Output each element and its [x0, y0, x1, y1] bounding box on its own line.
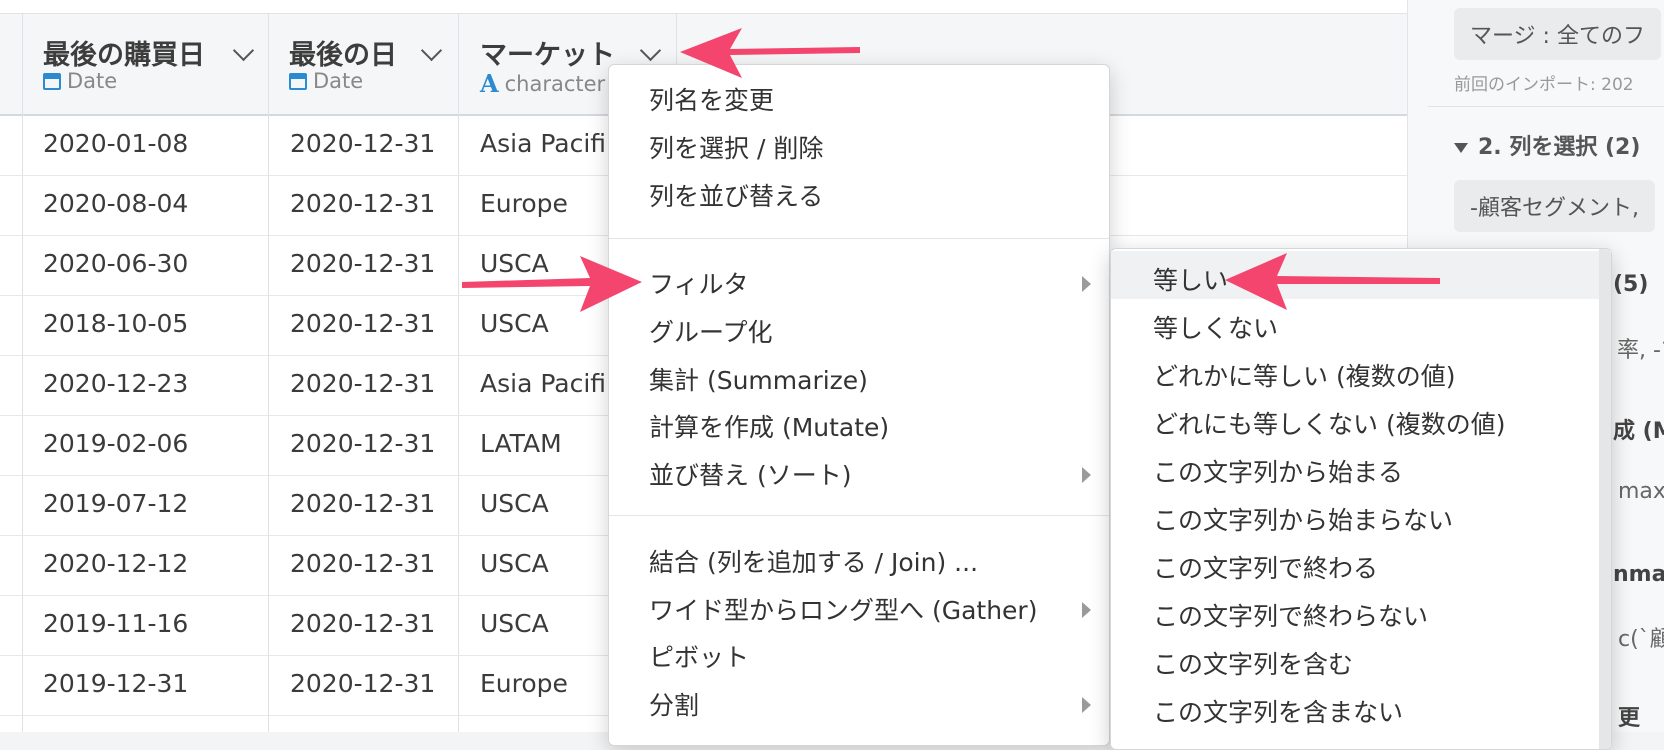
- cell-last-date: 2020-12-31: [290, 549, 436, 578]
- cell-last-purchase-date: 2019-11-16: [43, 609, 189, 638]
- cell-market: USCA: [480, 489, 549, 518]
- menu-item-split[interactable]: 分割: [649, 686, 699, 722]
- cell-market: USCA: [480, 609, 549, 638]
- cell-last-purchase-date: 2019-12-31: [43, 669, 189, 698]
- cell-last-date: 2020-12-31: [290, 429, 436, 458]
- cell-market: USCA: [480, 549, 549, 578]
- menu-item-join[interactable]: 結合 (列を追加する / Join) ...: [649, 543, 978, 579]
- cell-last-purchase-date: 2019-02-06: [43, 429, 189, 458]
- menu-item-filter[interactable]: フィルタ: [649, 265, 749, 301]
- cell-last-date: 2020-12-31: [290, 189, 436, 218]
- cell-last-purchase-date: 2020-06-30: [43, 249, 189, 278]
- cell-last-date: 2020-12-31: [290, 669, 436, 698]
- column-type: Date: [43, 69, 117, 93]
- cell-last-purchase-date: 2020-08-04: [43, 189, 189, 218]
- submenu-item-ends-with[interactable]: この文字列で終わる: [1153, 549, 1378, 585]
- annotation-arrow-icon: [1225, 253, 1440, 310]
- cell-last-purchase-date: 2020-01-08: [43, 129, 189, 158]
- calendar-icon: [289, 72, 307, 90]
- menu-item-pivot[interactable]: ピボット: [649, 638, 749, 674]
- cell-last-date: 2020-12-31: [290, 129, 436, 158]
- submenu-scrollbar[interactable]: [1599, 249, 1611, 749]
- annotation-arrow-icon: [462, 256, 642, 312]
- submenu-item-starts-with[interactable]: この文字列から始まる: [1153, 453, 1403, 489]
- column-context-menu: 列名を変更 列を選択 / 削除 列を並び替える フィルタ グループ化 集計 (S…: [608, 64, 1110, 746]
- menu-item-mutate[interactable]: 計算を作成 (Mutate): [649, 408, 889, 444]
- chevron-down-icon[interactable]: [639, 39, 662, 62]
- cell-market: LATAM: [480, 429, 562, 458]
- step-mutate-fragment: 成 (M: [1613, 419, 1664, 444]
- step-chip-fragment[interactable]: 率, -マ: [1617, 332, 1664, 364]
- cell-market: Asia Pacifi: [480, 369, 607, 398]
- submenu-item-not-ends-with[interactable]: この文字列で終わらない: [1153, 597, 1428, 633]
- submenu-item-equals[interactable]: 等しい: [1153, 261, 1228, 297]
- submenu-item-equals-none[interactable]: どれにも等しくない (複数の値): [1153, 405, 1505, 441]
- submenu-arrow-icon: [1082, 697, 1091, 713]
- submenu-arrow-icon: [1082, 467, 1091, 483]
- step-select-columns[interactable]: 2. 列を選択 (2): [1454, 129, 1640, 161]
- cell-last-date: 2020-12-31: [290, 309, 436, 338]
- submenu-item-not-starts-with[interactable]: この文字列から始まらない: [1153, 501, 1453, 537]
- step-count-fragment: (5): [1613, 272, 1649, 297]
- menu-item-reorder-columns[interactable]: 列を並び替える: [649, 177, 823, 213]
- menu-item-sort[interactable]: 並び替え (ソート): [649, 456, 851, 492]
- column-name: マーケット: [480, 40, 615, 71]
- submenu-item-not-contains[interactable]: この文字列を含まない: [1153, 693, 1403, 729]
- cell-last-date: 2020-12-31: [290, 369, 436, 398]
- cell-last-purchase-date: 2020-12-12: [43, 549, 189, 578]
- step-change-fragment: 更: [1618, 706, 1641, 731]
- menu-separator: [609, 238, 1109, 239]
- column-header-last-purchase-date[interactable]: 最後の購買日 Date: [22, 13, 268, 113]
- filter-submenu: 等しい 等しくない どれかに等しい (複数の値) どれにも等しくない (複数の値…: [1110, 248, 1612, 750]
- menu-item-summarize[interactable]: 集計 (Summarize): [649, 361, 868, 397]
- submenu-item-equals-any[interactable]: どれかに等しい (複数の値): [1153, 357, 1455, 393]
- divider: [1428, 106, 1664, 107]
- cell-last-date: 2020-12-31: [290, 609, 436, 638]
- column-type: Date: [289, 69, 363, 93]
- column-header-last-date[interactable]: 最後の日 Date: [268, 13, 458, 113]
- chevron-down-icon[interactable]: [420, 39, 443, 62]
- cell-last-purchase-date: 2019-07-12: [43, 489, 189, 518]
- menu-item-select-remove-columns[interactable]: 列を選択 / 削除: [649, 129, 823, 165]
- column-name: 最後の日: [289, 40, 397, 71]
- annotation-arrow-icon: [680, 28, 860, 78]
- cell-market: Asia Pacifi: [480, 129, 607, 158]
- submenu-arrow-icon: [1082, 276, 1091, 292]
- cell-last-purchase-date: 2020-12-23: [43, 369, 189, 398]
- menu-item-gather[interactable]: ワイド型からロング型へ (Gather): [649, 591, 1037, 627]
- menu-item-group-by[interactable]: グループ化: [649, 313, 773, 349]
- merge-step-chip[interactable]: マージ : 全てのフ: [1454, 8, 1661, 60]
- step-chip-fragment[interactable]: max(: [1618, 479, 1664, 504]
- submenu-item-contains[interactable]: この文字列を含む: [1153, 645, 1353, 681]
- select-columns-chip[interactable]: -顧客セグメント,: [1454, 180, 1655, 232]
- last-import-text: 前回のインポート: 202: [1454, 75, 1634, 95]
- column-name: 最後の購買日: [43, 40, 205, 71]
- step-chip-fragment[interactable]: c(`顧: [1618, 621, 1664, 653]
- cell-market: Europe: [480, 669, 568, 698]
- cell-market: Europe: [480, 189, 568, 218]
- menu-separator: [609, 515, 1109, 516]
- step-summarize-fragment: nmar: [1613, 562, 1664, 587]
- chevron-down-icon[interactable]: [232, 39, 255, 62]
- submenu-item-not-equals[interactable]: 等しくない: [1153, 309, 1278, 345]
- cell-last-purchase-date: 2018-10-05: [43, 309, 189, 338]
- cell-last-date: 2020-12-31: [290, 249, 436, 278]
- calendar-icon: [43, 72, 61, 90]
- character-type-icon: A: [480, 69, 499, 98]
- column-type: A character: [480, 69, 606, 98]
- submenu-arrow-icon: [1082, 602, 1091, 618]
- triangle-down-icon: [1454, 143, 1468, 153]
- cell-last-date: 2020-12-31: [290, 489, 436, 518]
